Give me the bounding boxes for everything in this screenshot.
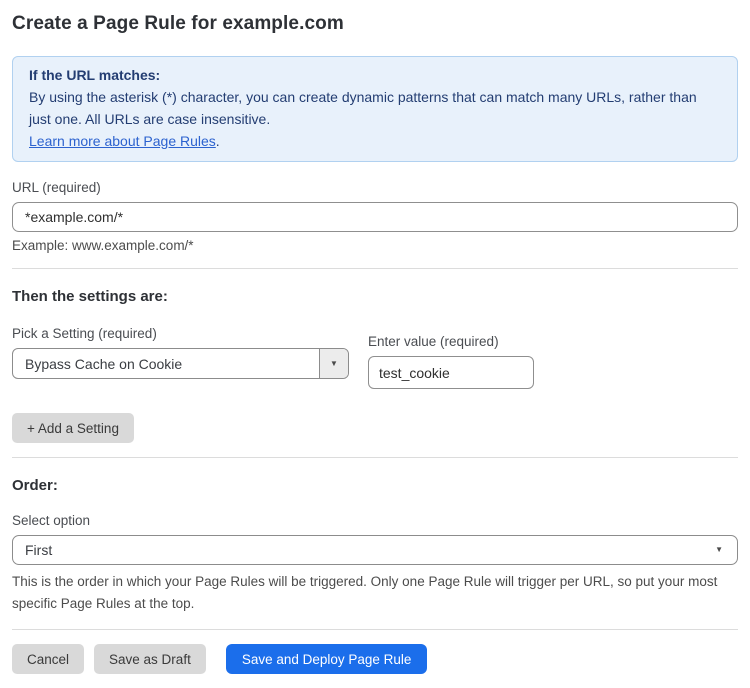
value-column: Enter value (required)	[368, 314, 534, 389]
setting-dropdown[interactable]: Bypass Cache on Cookie ▼	[12, 348, 349, 379]
url-input[interactable]	[12, 202, 738, 232]
footer-button-row: Cancel Save as Draft Save and Deploy Pag…	[12, 644, 738, 674]
info-box-body: By using the asterisk (*) character, you…	[29, 86, 721, 130]
url-example-helper: Example: www.example.com/*	[12, 238, 738, 254]
caret-down-icon: ▼	[715, 546, 723, 554]
save-draft-button[interactable]: Save as Draft	[94, 644, 206, 674]
order-heading: Order:	[12, 477, 738, 495]
dropdown-arrow-button[interactable]: ▼	[319, 349, 348, 378]
setting-dropdown-value: Bypass Cache on Cookie	[13, 349, 319, 378]
url-label: URL (required)	[12, 180, 738, 196]
add-setting-button[interactable]: + Add a Setting	[12, 413, 134, 443]
divider	[12, 629, 738, 630]
learn-more-link[interactable]: Learn more about Page Rules	[29, 133, 216, 149]
caret-down-icon: ▼	[330, 360, 338, 368]
setting-value-input[interactable]	[368, 356, 534, 389]
divider	[12, 457, 738, 458]
pick-setting-label: Pick a Setting (required)	[12, 326, 349, 342]
setting-column: Pick a Setting (required) Bypass Cache o…	[12, 306, 349, 379]
link-period: .	[216, 133, 220, 149]
info-box-heading: If the URL matches:	[29, 64, 721, 86]
enter-value-label: Enter value (required)	[368, 334, 534, 350]
select-option-label: Select option	[12, 513, 738, 529]
order-select-value: First	[25, 542, 52, 558]
page-title: Create a Page Rule for example.com	[12, 13, 738, 35]
info-box-link-line: Learn more about Page Rules.	[29, 130, 721, 152]
order-help-text: This is the order in which your Page Rul…	[12, 571, 734, 615]
create-page-rule-form: Create a Page Rule for example.com If th…	[0, 0, 750, 674]
divider	[12, 268, 738, 269]
order-select[interactable]: First ▼	[12, 535, 738, 565]
save-deploy-button[interactable]: Save and Deploy Page Rule	[226, 644, 428, 674]
settings-heading: Then the settings are:	[12, 288, 738, 306]
cancel-button[interactable]: Cancel	[12, 644, 84, 674]
url-match-info-box: If the URL matches: By using the asteris…	[12, 56, 738, 162]
settings-row: Pick a Setting (required) Bypass Cache o…	[12, 306, 738, 389]
